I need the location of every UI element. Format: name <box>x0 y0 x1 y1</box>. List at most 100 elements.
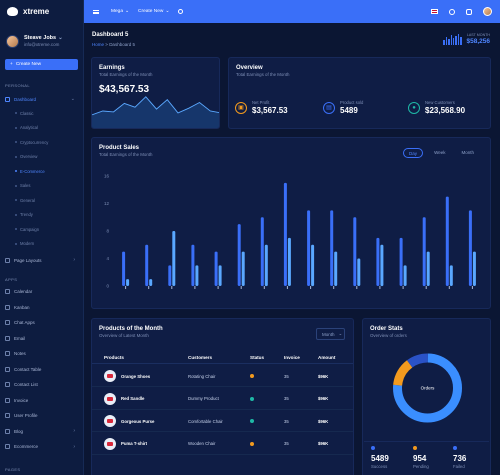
bar <box>426 251 430 286</box>
amount-value: $96K <box>318 373 329 379</box>
bar <box>376 237 380 286</box>
customer-name: Rotating Chair <box>188 373 216 379</box>
sidebar-subitem-label: Modern <box>20 241 35 247</box>
y-tick-label: 12 <box>104 201 110 206</box>
sidebar-item-app[interactable]: Contact Table <box>0 362 83 378</box>
status-badge <box>250 419 254 423</box>
mega-menu[interactable]: Mega ⌄ <box>111 9 129 14</box>
sidebar-subitem[interactable]: Analytical <box>0 121 83 136</box>
bar <box>445 196 449 286</box>
bullet-icon <box>15 213 17 216</box>
x-tick <box>125 286 127 289</box>
earnings-title: Earnings <box>99 65 125 71</box>
products-title: Products of the Month <box>99 326 163 332</box>
search-icon[interactable] <box>178 9 184 14</box>
sidebar-subitem[interactable]: E-Commerce <box>0 164 83 179</box>
sidebar-item-label: Email <box>14 335 26 341</box>
x-tick <box>286 286 288 289</box>
status-dot-icon <box>371 446 375 450</box>
sidebar-item-app[interactable]: User Profile <box>0 408 83 424</box>
user-profile[interactable]: Steave Jobs ⌄ info@xtreme.com <box>0 23 83 51</box>
app-icon <box>5 289 10 295</box>
table-row[interactable]: Red Sandle Dummy Product 35 $96K <box>92 388 353 410</box>
order-stat-value: 954 <box>413 454 427 463</box>
sidebar-subitem[interactable]: Overview <box>0 150 83 165</box>
sidebar-item-app[interactable]: Kanban <box>0 300 83 316</box>
sidebar-item-label: Kanban <box>14 304 30 310</box>
y-tick-label: 0 <box>106 284 109 289</box>
earnings-card: Earnings Total Earnings of the Month $43… <box>91 57 220 129</box>
table-row[interactable]: Gorgeous Purse Comfortable Chair 35 $96K <box>92 410 353 432</box>
bar <box>422 217 426 287</box>
sidebar-item-page-layouts[interactable]: Page Layouts › <box>0 255 83 265</box>
app-icon <box>5 397 10 403</box>
bullet-icon <box>15 184 17 187</box>
overview-card-extension <box>354 57 491 129</box>
home-icon <box>5 96 10 102</box>
section-label-apps: APPS <box>5 277 18 282</box>
sidebar-subitem[interactable]: Campaign <box>0 222 83 237</box>
sidebar-item-app[interactable]: Chat Apps <box>0 315 83 331</box>
product-sales-chart: 0 4 8 12 16 <box>104 174 476 289</box>
customer-name: Comfortable Chair <box>188 418 223 424</box>
overview-stat-label: Product sold <box>340 100 364 105</box>
user-email: info@xtreme.com <box>24 42 60 47</box>
sidebar-item-app[interactable]: Ecommerce › <box>0 439 83 455</box>
bag-icon: ▤ <box>323 101 335 114</box>
sidebar-subitem[interactable]: Trendy <box>0 208 83 223</box>
sidebar-subitem[interactable]: Modern <box>0 237 83 252</box>
bar <box>449 265 453 286</box>
message-icon[interactable] <box>466 8 472 15</box>
earnings-subtitle: Total Earnings of the Month <box>99 72 153 77</box>
customer-name: Wooden Chair <box>188 441 216 446</box>
avatar <box>6 34 19 48</box>
bar <box>191 244 195 287</box>
table-row[interactable]: Puma T-shirt Wooden Chair 35 $96K <box>92 433 353 455</box>
column-header: Invoice <box>284 355 300 360</box>
x-tick <box>171 286 173 289</box>
bullet-icon <box>15 199 17 202</box>
sidebar-item-app[interactable]: Calendar <box>0 284 83 300</box>
menu-toggle-icon[interactable] <box>93 9 99 14</box>
create-new-button[interactable]: + Create New <box>5 59 78 70</box>
chevron-right-icon: › <box>73 428 75 435</box>
bell-icon[interactable] <box>449 8 455 15</box>
flag-icon[interactable] <box>431 9 438 14</box>
brand[interactable]: xtreme <box>0 0 83 23</box>
sidebar-subitem-label: Cryptocurrency <box>20 139 49 145</box>
overview-stat: ▣ Net Profit $3,567.53 <box>235 100 288 115</box>
bar <box>168 265 172 286</box>
sidebar-subitem[interactable]: Classic <box>0 106 83 121</box>
sidebar-subitem-label: General <box>20 197 35 203</box>
create-new-menu[interactable]: Create New ⌄ <box>138 9 169 14</box>
y-tick-label: 4 <box>106 256 109 261</box>
x-tick <box>356 286 358 289</box>
status-badge <box>250 396 254 401</box>
invoice-value: 35 <box>284 418 289 424</box>
amount-value: $96K <box>318 396 329 401</box>
sidebar-item-app[interactable]: Email <box>0 331 83 347</box>
x-tick <box>333 286 335 289</box>
sidebar-subitem[interactable]: Cryptocurrency <box>0 135 83 150</box>
chevron-down-icon: ⌄ <box>165 9 170 14</box>
avatar[interactable] <box>483 7 492 16</box>
sidebar-item-app[interactable]: Notes <box>0 346 83 362</box>
breadcrumb-home[interactable]: Home <box>92 42 104 47</box>
sidebar-item-app[interactable]: Blog › <box>0 424 83 440</box>
sidebar-item-dashboard[interactable]: Dashboard ⌄ <box>0 94 83 104</box>
x-tick <box>448 286 450 289</box>
table-row[interactable]: Orange Shoes Rotating Chair 35 $96K <box>92 365 353 387</box>
month-filter-select[interactable]: Month ⌄ <box>316 328 345 340</box>
dashboard-submenu: Classic Analytical Cryptocurrency Overview E… <box>0 106 83 251</box>
bar <box>264 244 268 287</box>
column-header: Status <box>250 355 265 360</box>
sidebar-item-app[interactable]: Invoice <box>0 393 83 409</box>
sidebar-subitem[interactable]: Sales <box>0 179 83 194</box>
sidebar-item-app[interactable]: Contact List <box>0 377 83 393</box>
x-tick <box>379 286 381 289</box>
order-stat-label: Failed <box>453 464 465 469</box>
sidebar-subitem[interactable]: General <box>0 193 83 208</box>
bar <box>218 265 222 286</box>
overview-title: Overview <box>236 65 263 71</box>
app-icon <box>5 335 10 341</box>
